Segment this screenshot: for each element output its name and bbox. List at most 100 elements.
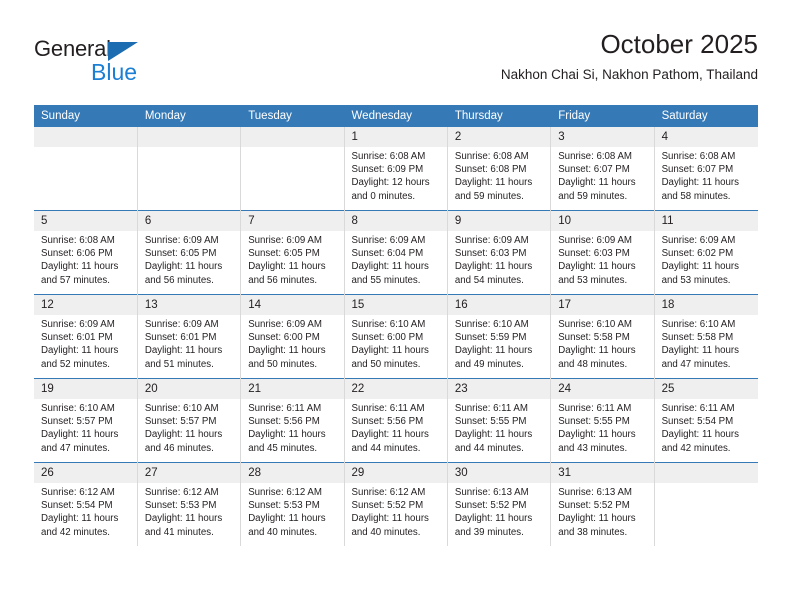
daylight-text-line2: and 47 minutes.: [661, 358, 731, 370]
calendar-day-cell[interactable]: 16 Sunrise: 6:10 AM Sunset: 5:59 PM Dayligh…: [447, 294, 552, 379]
daylight-text-line1: Daylight: 11 hours: [248, 345, 326, 357]
daylight-text-line2: and 59 minutes.: [454, 190, 524, 202]
day-number: 4: [654, 127, 758, 147]
daylight-text-line2: and 55 minutes.: [351, 274, 421, 286]
day-number: 12: [34, 295, 137, 315]
calendar-day-cell[interactable]: 28 Sunrise: 6:12 AM Sunset: 5:53 PM Dayligh…: [240, 462, 345, 546]
daylight-text-line2: and 56 minutes.: [144, 274, 214, 286]
day-number: 11: [654, 211, 758, 231]
calendar-day-cell[interactable]: 5 Sunrise: 6:08 AM Sunset: 6:06 PM Daylight…: [34, 210, 138, 295]
calendar-day-cell[interactable]: 2 Sunrise: 6:08 AM Sunset: 6:08 PM Daylight…: [447, 127, 552, 211]
day-details: [655, 483, 758, 546]
day-number: 29: [344, 463, 447, 483]
calendar-day-cell[interactable]: 3 Sunrise: 6:08 AM Sunset: 6:07 PM Daylight…: [550, 127, 655, 211]
daylight-text-line1: Daylight: 11 hours: [558, 177, 636, 189]
calendar-day-cell[interactable]: 21 Sunrise: 6:11 AM Sunset: 5:56 PM Dayligh…: [240, 378, 345, 463]
daylight-text-line1: Daylight: 11 hours: [661, 345, 739, 357]
day-number: 15: [344, 295, 447, 315]
sunset-text: Sunset: 5:55 PM: [558, 416, 630, 428]
sunset-text: Sunset: 5:54 PM: [41, 500, 113, 512]
calendar-cell-empty: [34, 127, 138, 211]
calendar-day-cell[interactable]: 10 Sunrise: 6:09 AM Sunset: 6:03 PM Dayligh…: [550, 210, 655, 295]
calendar-day-cell[interactable]: 1 Sunrise: 6:08 AM Sunset: 6:09 PM Daylight…: [344, 127, 448, 211]
daylight-text-line1: Daylight: 11 hours: [248, 513, 326, 525]
daylight-text-line1: Daylight: 11 hours: [144, 345, 223, 357]
day-details: Sunrise: 6:10 AM Sunset: 5:58 PM Daylight:…: [551, 315, 653, 378]
sunrise-text: Sunrise: 6:08 AM: [454, 151, 529, 162]
sunset-text: Sunset: 6:05 PM: [248, 248, 320, 260]
day-number: 7: [241, 211, 344, 231]
sunrise-text: Sunrise: 6:10 AM: [351, 319, 426, 330]
calendar-day-cell[interactable]: 12 Sunrise: 6:09 AM Sunset: 6:01 PM Dayligh…: [34, 294, 138, 379]
sunset-text: Sunset: 5:57 PM: [41, 416, 113, 428]
daylight-text-line2: and 42 minutes.: [661, 442, 731, 454]
day-number: [241, 127, 344, 147]
day-details: Sunrise: 6:11 AM Sunset: 5:55 PM Daylight:…: [448, 399, 550, 462]
daylight-text-line1: Daylight: 11 hours: [558, 261, 636, 273]
calendar-day-cell[interactable]: 4 Sunrise: 6:08 AM Sunset: 6:07 PM Daylight…: [654, 127, 758, 211]
day-details: Sunrise: 6:08 AM Sunset: 6:06 PM Daylight:…: [34, 231, 137, 294]
calendar-day-cell[interactable]: 6 Sunrise: 6:09 AM Sunset: 6:05 PM Daylight…: [137, 210, 242, 295]
calendar-day-cell[interactable]: 11 Sunrise: 6:09 AM Sunset: 6:02 PM Dayligh…: [654, 210, 758, 295]
sunset-text: Sunset: 5:52 PM: [351, 500, 424, 512]
calendar-day-cell[interactable]: 25 Sunrise: 6:11 AM Sunset: 5:54 PM Dayligh…: [654, 378, 758, 463]
day-number: 18: [654, 295, 758, 315]
day-details: Sunrise: 6:10 AM Sunset: 5:58 PM Daylight:…: [655, 315, 758, 378]
day-details: Sunrise: 6:12 AM Sunset: 5:53 PM Daylight:…: [138, 483, 240, 546]
sunrise-text: Sunrise: 6:11 AM: [558, 403, 632, 414]
calendar-day-cell[interactable]: 14 Sunrise: 6:09 AM Sunset: 6:00 PM Dayligh…: [240, 294, 345, 379]
sunset-text: Sunset: 5:57 PM: [144, 416, 217, 428]
day-details: Sunrise: 6:09 AM Sunset: 6:03 PM Daylight:…: [551, 231, 653, 294]
calendar-day-cell[interactable]: 20 Sunrise: 6:10 AM Sunset: 5:57 PM Dayligh…: [137, 378, 242, 463]
calendar-day-cell[interactable]: 27 Sunrise: 6:12 AM Sunset: 5:53 PM Dayligh…: [137, 462, 242, 546]
calendar-day-cell[interactable]: 17 Sunrise: 6:10 AM Sunset: 5:58 PM Dayligh…: [550, 294, 655, 379]
day-details: Sunrise: 6:11 AM Sunset: 5:56 PM Daylight:…: [241, 399, 343, 462]
day-number: [654, 463, 758, 483]
day-number: [34, 127, 137, 147]
sunrise-text: Sunrise: 6:10 AM: [661, 319, 736, 330]
daylight-text-line2: and 41 minutes.: [144, 526, 214, 538]
daylight-text-line2: and 42 minutes.: [41, 526, 110, 538]
daylight-text-line1: Daylight: 12 hours: [351, 177, 430, 189]
weekday-header-wednesday: Wednesday: [344, 105, 448, 127]
calendar-day-cell[interactable]: 19 Sunrise: 6:10 AM Sunset: 5:57 PM Dayligh…: [34, 378, 138, 463]
daylight-text-line1: Daylight: 11 hours: [41, 345, 119, 357]
daylight-text-line2: and 52 minutes.: [41, 358, 110, 370]
sunrise-text: Sunrise: 6:10 AM: [558, 319, 632, 330]
calendar-page: General Blue October 2025 Nakhon Chai Si…: [0, 0, 792, 612]
daylight-text-line1: Daylight: 11 hours: [41, 261, 119, 273]
day-details: Sunrise: 6:10 AM Sunset: 5:59 PM Daylight:…: [448, 315, 550, 378]
calendar-day-cell[interactable]: 24 Sunrise: 6:11 AM Sunset: 5:55 PM Dayligh…: [550, 378, 655, 463]
sunset-text: Sunset: 5:52 PM: [454, 500, 527, 512]
calendar-day-cell[interactable]: 13 Sunrise: 6:09 AM Sunset: 6:01 PM Dayligh…: [137, 294, 242, 379]
day-number: 16: [447, 295, 551, 315]
sunrise-text: Sunrise: 6:09 AM: [454, 235, 529, 246]
calendar-day-cell[interactable]: 26 Sunrise: 6:12 AM Sunset: 5:54 PM Dayligh…: [34, 462, 138, 546]
day-details: Sunrise: 6:11 AM Sunset: 5:56 PM Daylight:…: [345, 399, 447, 462]
day-number: 20: [137, 379, 241, 399]
calendar-day-cell[interactable]: 29 Sunrise: 6:12 AM Sunset: 5:52 PM Dayligh…: [344, 462, 448, 546]
sunrise-text: Sunrise: 6:08 AM: [351, 151, 426, 162]
calendar-day-cell[interactable]: 31 Sunrise: 6:13 AM Sunset: 5:52 PM Dayligh…: [550, 462, 655, 546]
calendar-day-cell[interactable]: 18 Sunrise: 6:10 AM Sunset: 5:58 PM Dayligh…: [654, 294, 758, 379]
calendar-day-cell[interactable]: 7 Sunrise: 6:09 AM Sunset: 6:05 PM Daylight…: [240, 210, 345, 295]
calendar-day-cell[interactable]: 22 Sunrise: 6:11 AM Sunset: 5:56 PM Dayligh…: [344, 378, 448, 463]
calendar-day-cell[interactable]: 23 Sunrise: 6:11 AM Sunset: 5:55 PM Dayligh…: [447, 378, 552, 463]
calendar-day-cell[interactable]: 30 Sunrise: 6:13 AM Sunset: 5:52 PM Dayligh…: [447, 462, 552, 546]
sunrise-text: Sunrise: 6:08 AM: [41, 235, 115, 246]
day-number: 25: [654, 379, 758, 399]
daylight-text-line2: and 54 minutes.: [454, 274, 524, 286]
day-number: 8: [344, 211, 447, 231]
calendar-day-cell[interactable]: 15 Sunrise: 6:10 AM Sunset: 6:00 PM Dayligh…: [344, 294, 448, 379]
sunset-text: Sunset: 5:58 PM: [661, 332, 734, 344]
calendar-day-cell[interactable]: 9 Sunrise: 6:09 AM Sunset: 6:03 PM Daylight…: [447, 210, 552, 295]
daylight-text-line1: Daylight: 11 hours: [351, 345, 429, 357]
sunrise-text: Sunrise: 6:09 AM: [351, 235, 426, 246]
calendar-day-cell[interactable]: 8 Sunrise: 6:09 AM Sunset: 6:04 PM Daylight…: [344, 210, 448, 295]
daylight-text-line1: Daylight: 11 hours: [661, 261, 739, 273]
sunrise-text: Sunrise: 6:12 AM: [144, 487, 219, 498]
daylight-text-line2: and 0 minutes.: [351, 190, 416, 202]
day-number: 27: [137, 463, 241, 483]
day-details: Sunrise: 6:08 AM Sunset: 6:09 PM Daylight:…: [345, 147, 447, 210]
page-title: October 2025: [600, 29, 758, 59]
